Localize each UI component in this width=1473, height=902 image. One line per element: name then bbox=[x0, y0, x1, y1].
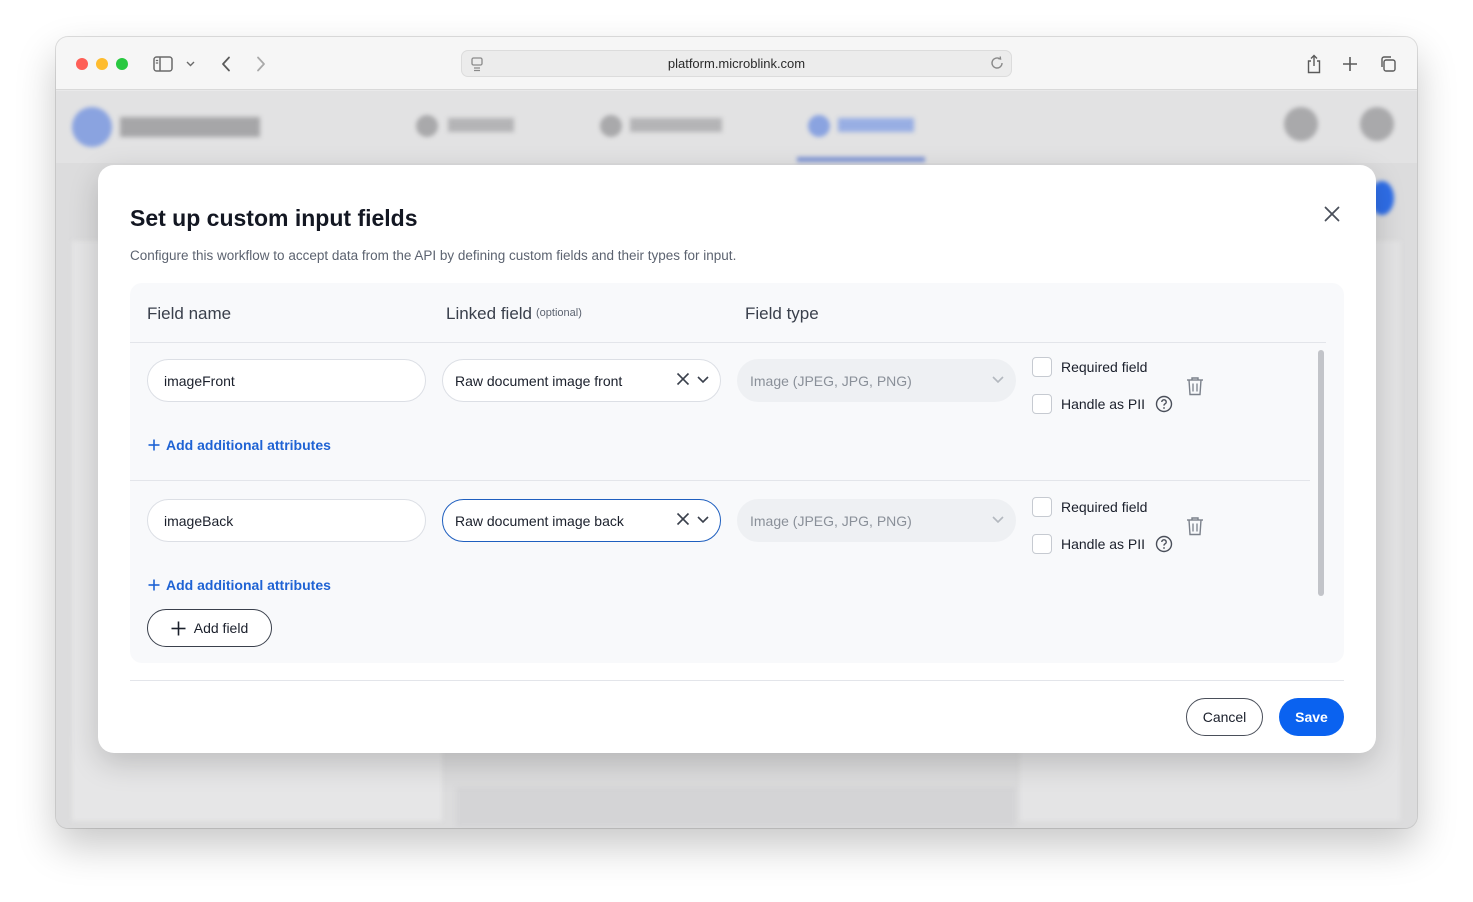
user-avatar bbox=[1360, 107, 1394, 141]
plus-icon bbox=[171, 621, 186, 636]
transactions-icon bbox=[600, 115, 622, 137]
field-name-input-1[interactable]: imageFront bbox=[147, 359, 426, 402]
dialog-title: Set up custom input fields bbox=[130, 205, 418, 231]
field-name-input-2[interactable]: imageBack bbox=[147, 499, 426, 542]
help-avatar bbox=[1284, 107, 1318, 141]
plus-icon bbox=[148, 439, 160, 451]
analytics-icon bbox=[416, 115, 438, 137]
trash-icon bbox=[1187, 517, 1203, 536]
cancel-button[interactable]: Cancel bbox=[1186, 698, 1263, 736]
required-field-checkbox-2[interactable] bbox=[1032, 497, 1052, 517]
browser-titlebar: platform.microblink.com bbox=[56, 37, 1417, 90]
required-field-checkbox-1[interactable] bbox=[1032, 357, 1052, 377]
scrollbar-thumb[interactable] bbox=[1318, 350, 1324, 596]
workflows-icon bbox=[808, 115, 830, 137]
sidebar-toggle-icon[interactable] bbox=[152, 53, 174, 75]
reload-icon[interactable] bbox=[989, 55, 1005, 74]
linked-field-select-2[interactable]: Raw document image back bbox=[442, 499, 721, 542]
handle-as-pii-label-2: Handle as PII bbox=[1061, 536, 1146, 552]
close-window-button[interactable] bbox=[76, 58, 88, 70]
question-mark-icon[interactable] bbox=[1155, 535, 1173, 553]
chevron-down-icon bbox=[991, 372, 1005, 389]
fields-scrollbar[interactable] bbox=[1316, 346, 1326, 606]
handle-as-pii-option-1[interactable]: Handle as PII bbox=[1032, 394, 1173, 414]
field-type-value-2: Image (JPEG, JPG, PNG) bbox=[750, 512, 912, 529]
back-arrow-icon[interactable] bbox=[215, 53, 237, 75]
header-divider bbox=[130, 342, 1326, 343]
active-tab-indicator bbox=[797, 157, 925, 162]
column-header-field-type: Field type bbox=[745, 304, 819, 323]
handle-as-pii-option-2[interactable]: Handle as PII bbox=[1032, 534, 1173, 554]
handle-as-pii-checkbox-1[interactable] bbox=[1032, 394, 1052, 414]
forward-arrow-icon[interactable] bbox=[250, 53, 272, 75]
chevron-down-icon[interactable] bbox=[696, 512, 710, 529]
address-bar[interactable]: platform.microblink.com bbox=[461, 50, 1012, 77]
zoom-window-button[interactable] bbox=[116, 58, 128, 70]
save-button[interactable]: Save bbox=[1279, 698, 1344, 736]
nav-placeholder-3 bbox=[838, 118, 914, 132]
chevron-down-icon[interactable] bbox=[696, 372, 710, 389]
field-type-select-2: Image (JPEG, JPG, PNG) bbox=[737, 499, 1016, 542]
close-icon bbox=[1324, 206, 1340, 222]
question-mark-icon[interactable] bbox=[1155, 395, 1173, 413]
required-field-option-2[interactable]: Required field bbox=[1032, 497, 1147, 517]
org-name-placeholder bbox=[120, 117, 260, 137]
linked-field-value-2: Raw document image back bbox=[455, 512, 624, 529]
chevron-down-icon[interactable] bbox=[182, 53, 198, 75]
fields-panel: Field name Linked field (optional) Field … bbox=[130, 283, 1344, 663]
close-dialog-button[interactable] bbox=[1320, 202, 1344, 226]
delete-row-button-2[interactable] bbox=[1184, 514, 1206, 538]
add-additional-attributes-link-1[interactable]: Add additional attributes bbox=[148, 437, 331, 453]
clear-icon[interactable] bbox=[676, 512, 690, 529]
handle-as-pii-label-1: Handle as PII bbox=[1061, 396, 1146, 412]
org-logo bbox=[72, 107, 112, 147]
trash-icon bbox=[1187, 377, 1203, 396]
linked-field-select-1[interactable]: Raw document image front bbox=[442, 359, 721, 402]
add-additional-attributes-link-2[interactable]: Add additional attributes bbox=[148, 577, 331, 593]
minimize-window-button[interactable] bbox=[96, 58, 108, 70]
chevron-down-icon bbox=[991, 512, 1005, 529]
add-field-button[interactable]: Add field bbox=[147, 609, 272, 647]
tab-overview-icon[interactable] bbox=[1377, 53, 1399, 75]
clear-icon[interactable] bbox=[676, 372, 690, 389]
linked-field-value-1: Raw document image front bbox=[455, 372, 623, 389]
footer-divider bbox=[130, 680, 1344, 681]
dialog-subtitle: Configure this workflow to accept data f… bbox=[130, 248, 737, 263]
url-text: platform.microblink.com bbox=[667, 56, 806, 71]
required-field-label-2: Required field bbox=[1061, 499, 1148, 515]
nav-placeholder-2 bbox=[630, 118, 722, 132]
plus-icon bbox=[148, 579, 160, 591]
required-field-label-1: Required field bbox=[1061, 359, 1148, 375]
site-settings-icon[interactable] bbox=[470, 56, 484, 75]
optional-hint: (optional) bbox=[536, 307, 582, 319]
app-top-nav bbox=[56, 91, 1417, 163]
delete-row-button-1[interactable] bbox=[1184, 374, 1206, 398]
field-type-select-1: Image (JPEG, JPG, PNG) bbox=[737, 359, 1016, 402]
custom-input-fields-dialog: Set up custom input fields Configure thi… bbox=[98, 165, 1376, 753]
column-header-field-name: Field name bbox=[147, 304, 232, 323]
row-divider bbox=[130, 480, 1310, 481]
required-field-option-1[interactable]: Required field bbox=[1032, 357, 1147, 377]
background-canvas bbox=[456, 787, 1016, 827]
share-icon[interactable] bbox=[1303, 53, 1325, 75]
new-tab-icon[interactable] bbox=[1339, 53, 1361, 75]
handle-as-pii-checkbox-2[interactable] bbox=[1032, 534, 1052, 554]
column-header-linked-field: Linked field (optional) bbox=[446, 304, 582, 323]
nav-placeholder-1 bbox=[448, 118, 514, 132]
field-type-value-1: Image (JPEG, JPG, PNG) bbox=[750, 372, 912, 389]
